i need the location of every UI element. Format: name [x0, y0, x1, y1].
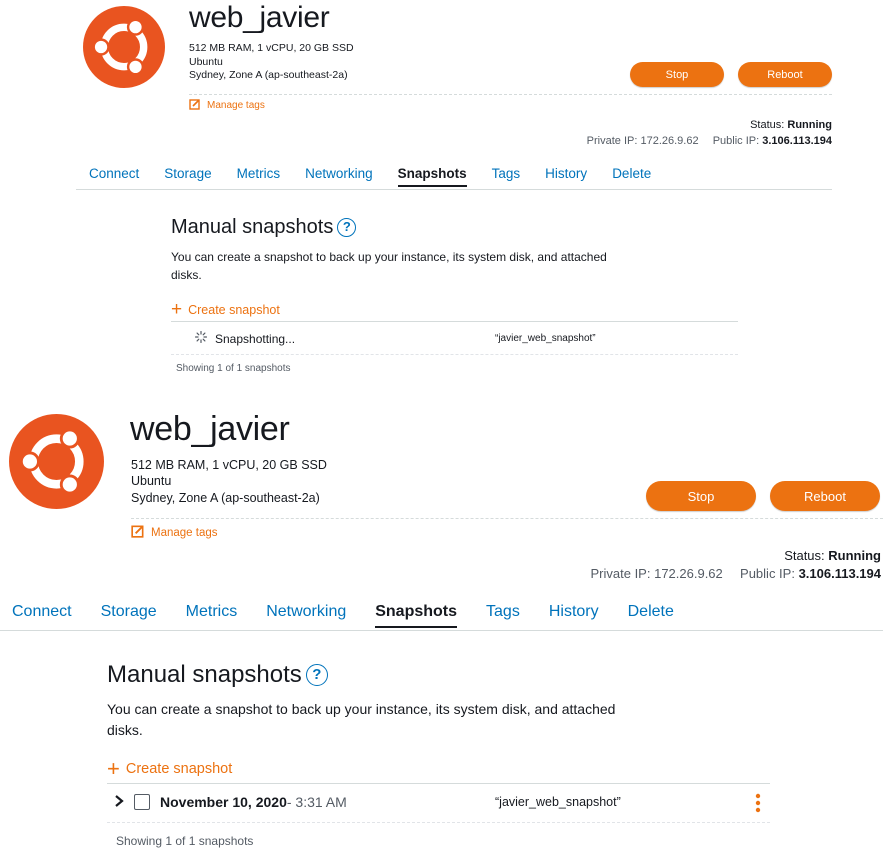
section-description: You can create a snapshot to back up you…	[171, 248, 607, 284]
instance-meta: 512 MB RAM, 1 vCPU, 20 GB SSD Ubuntu Syd…	[131, 457, 327, 506]
status-value: Running	[787, 119, 832, 131]
public-ip-value: 3.106.113.194	[798, 566, 881, 581]
section-title-text: Manual snapshots	[171, 216, 334, 238]
private-ip-value: 172.26.9.62	[654, 566, 723, 581]
tab-bar-rule	[0, 630, 883, 631]
showing-count: Showing 1 of 1 snapshots	[116, 834, 254, 848]
panel-top: web_javier 512 MB RAM, 1 vCPU, 20 GB SSD…	[0, 0, 883, 400]
public-ip-label: Public IP:	[712, 135, 760, 147]
tab-tags[interactable]: Tags	[486, 603, 520, 621]
tab-snapshots[interactable]: Snapshots	[375, 603, 457, 628]
snapshot-status: Snapshotting...	[215, 331, 296, 346]
row-divider	[171, 354, 738, 355]
instance-name: web_javier	[189, 1, 330, 34]
tab-tags[interactable]: Tags	[492, 166, 521, 181]
instance-os: Ubuntu	[189, 55, 223, 68]
edit-tag-icon	[131, 524, 145, 541]
reboot-button[interactable]: Reboot	[738, 62, 832, 87]
plus-icon: +	[171, 299, 183, 320]
tab-metrics[interactable]: Metrics	[237, 166, 281, 181]
tab-storage[interactable]: Storage	[164, 166, 211, 181]
panel-bottom: web_javier 512 MB RAM, 1 vCPU, 20 GB SSD…	[0, 400, 883, 850]
private-ip-label: Private IP:	[590, 566, 651, 581]
description-line-1: You can create a snapshot to back up you…	[107, 701, 616, 717]
ip-line: Private IP: 172.26.9.62 Public IP: 3.106…	[591, 566, 882, 581]
tab-bar: Connect Storage Metrics Networking Snaps…	[89, 166, 651, 187]
instance-os: Ubuntu	[131, 474, 172, 489]
instance-meta: 512 MB RAM, 1 vCPU, 20 GB SSD Ubuntu Syd…	[189, 42, 354, 83]
private-ip-label: Private IP:	[586, 135, 638, 147]
spinner-icon	[194, 330, 208, 346]
reboot-button[interactable]: Reboot	[770, 481, 880, 511]
plus-icon: +	[107, 756, 120, 781]
status-value: Running	[828, 548, 881, 563]
stop-button[interactable]: Stop	[630, 62, 724, 87]
tab-delete[interactable]: Delete	[628, 603, 674, 621]
manage-tags-label: Manage tags	[151, 526, 218, 539]
ip-line: Private IP: 172.26.9.62 Public IP: 3.106…	[587, 135, 832, 147]
snapshot-name: “javier_web_snapshot”	[495, 795, 621, 809]
create-snapshot-button[interactable]: + Create snapshot	[107, 756, 232, 782]
tab-networking[interactable]: Networking	[305, 166, 373, 181]
header-divider	[189, 94, 832, 95]
private-ip-value: 172.26.9.62	[640, 135, 699, 147]
create-snapshot-label: Create snapshot	[188, 303, 280, 317]
section-title: Manual snapshots ?	[107, 661, 328, 689]
tab-storage[interactable]: Storage	[101, 603, 157, 621]
section-title-text: Manual snapshots	[107, 661, 302, 688]
status-line: Status: Running	[750, 119, 832, 131]
tab-bar: Connect Storage Metrics Networking Snaps…	[12, 603, 674, 628]
help-icon[interactable]: ?	[337, 218, 357, 237]
manage-tags-link[interactable]: Manage tags	[131, 524, 218, 541]
public-ip-value: 3.106.113.194	[762, 135, 832, 147]
manage-tags-label: Manage tags	[207, 100, 265, 111]
tab-connect[interactable]: Connect	[12, 603, 72, 621]
section-title: Manual snapshots ?	[171, 216, 357, 239]
checkbox-icon[interactable]	[134, 794, 150, 810]
help-icon[interactable]: ?	[305, 664, 328, 686]
row-divider	[107, 822, 770, 823]
status-line: Status: Running	[784, 548, 881, 563]
tab-metrics[interactable]: Metrics	[186, 603, 238, 621]
create-snapshot-button[interactable]: + Create snapshot	[171, 299, 280, 321]
tab-history[interactable]: History	[549, 603, 599, 621]
tab-snapshots[interactable]: Snapshots	[397, 166, 467, 187]
description-line-2: disks.	[107, 722, 143, 738]
instance-location: Sydney, Zone A (ap-southeast-2a)	[131, 490, 320, 505]
instance-name: web_javier	[130, 410, 290, 448]
snapshot-date: November 10, 2020	[160, 794, 287, 810]
status-label: Status:	[750, 119, 785, 131]
header-divider	[131, 518, 883, 519]
instance-specs: 512 MB RAM, 1 vCPU, 20 GB SSD	[131, 458, 327, 472]
edit-tag-icon	[189, 98, 201, 113]
list-top-rule	[107, 783, 770, 784]
tab-history[interactable]: History	[545, 166, 587, 181]
section-description: You can create a snapshot to back up you…	[107, 699, 615, 741]
description-line-1: You can create a snapshot to back up you…	[171, 250, 607, 264]
status-label: Status:	[784, 548, 825, 563]
snapshot-row[interactable]: Snapshotting...	[194, 330, 296, 346]
snapshot-time: - 3:31 AM	[286, 794, 347, 810]
public-ip-label: Public IP:	[740, 566, 795, 581]
snapshot-name: “javier_web_snapshot”	[495, 333, 596, 344]
stop-button[interactable]: Stop	[646, 481, 756, 511]
manage-tags-link[interactable]: Manage tags	[189, 98, 265, 113]
tab-connect[interactable]: Connect	[89, 166, 139, 181]
instance-specs: 512 MB RAM, 1 vCPU, 20 GB SSD	[189, 42, 354, 54]
tab-networking[interactable]: Networking	[266, 603, 346, 621]
showing-count: Showing 1 of 1 snapshots	[176, 363, 291, 374]
instance-location: Sydney, Zone A (ap-southeast-2a)	[189, 69, 348, 82]
ubuntu-logo-icon	[9, 414, 104, 509]
snapshot-row[interactable]: November 10, 2020 - 3:31 AM	[114, 794, 347, 810]
ubuntu-logo-icon	[83, 6, 165, 88]
kebab-menu-icon[interactable]	[755, 793, 761, 817]
tab-delete[interactable]: Delete	[612, 166, 651, 181]
tab-bar-rule	[76, 189, 832, 190]
chevron-right-icon[interactable]	[114, 794, 124, 810]
create-snapshot-label: Create snapshot	[125, 761, 233, 777]
description-line-2: disks.	[171, 268, 202, 282]
list-top-rule	[171, 321, 738, 322]
